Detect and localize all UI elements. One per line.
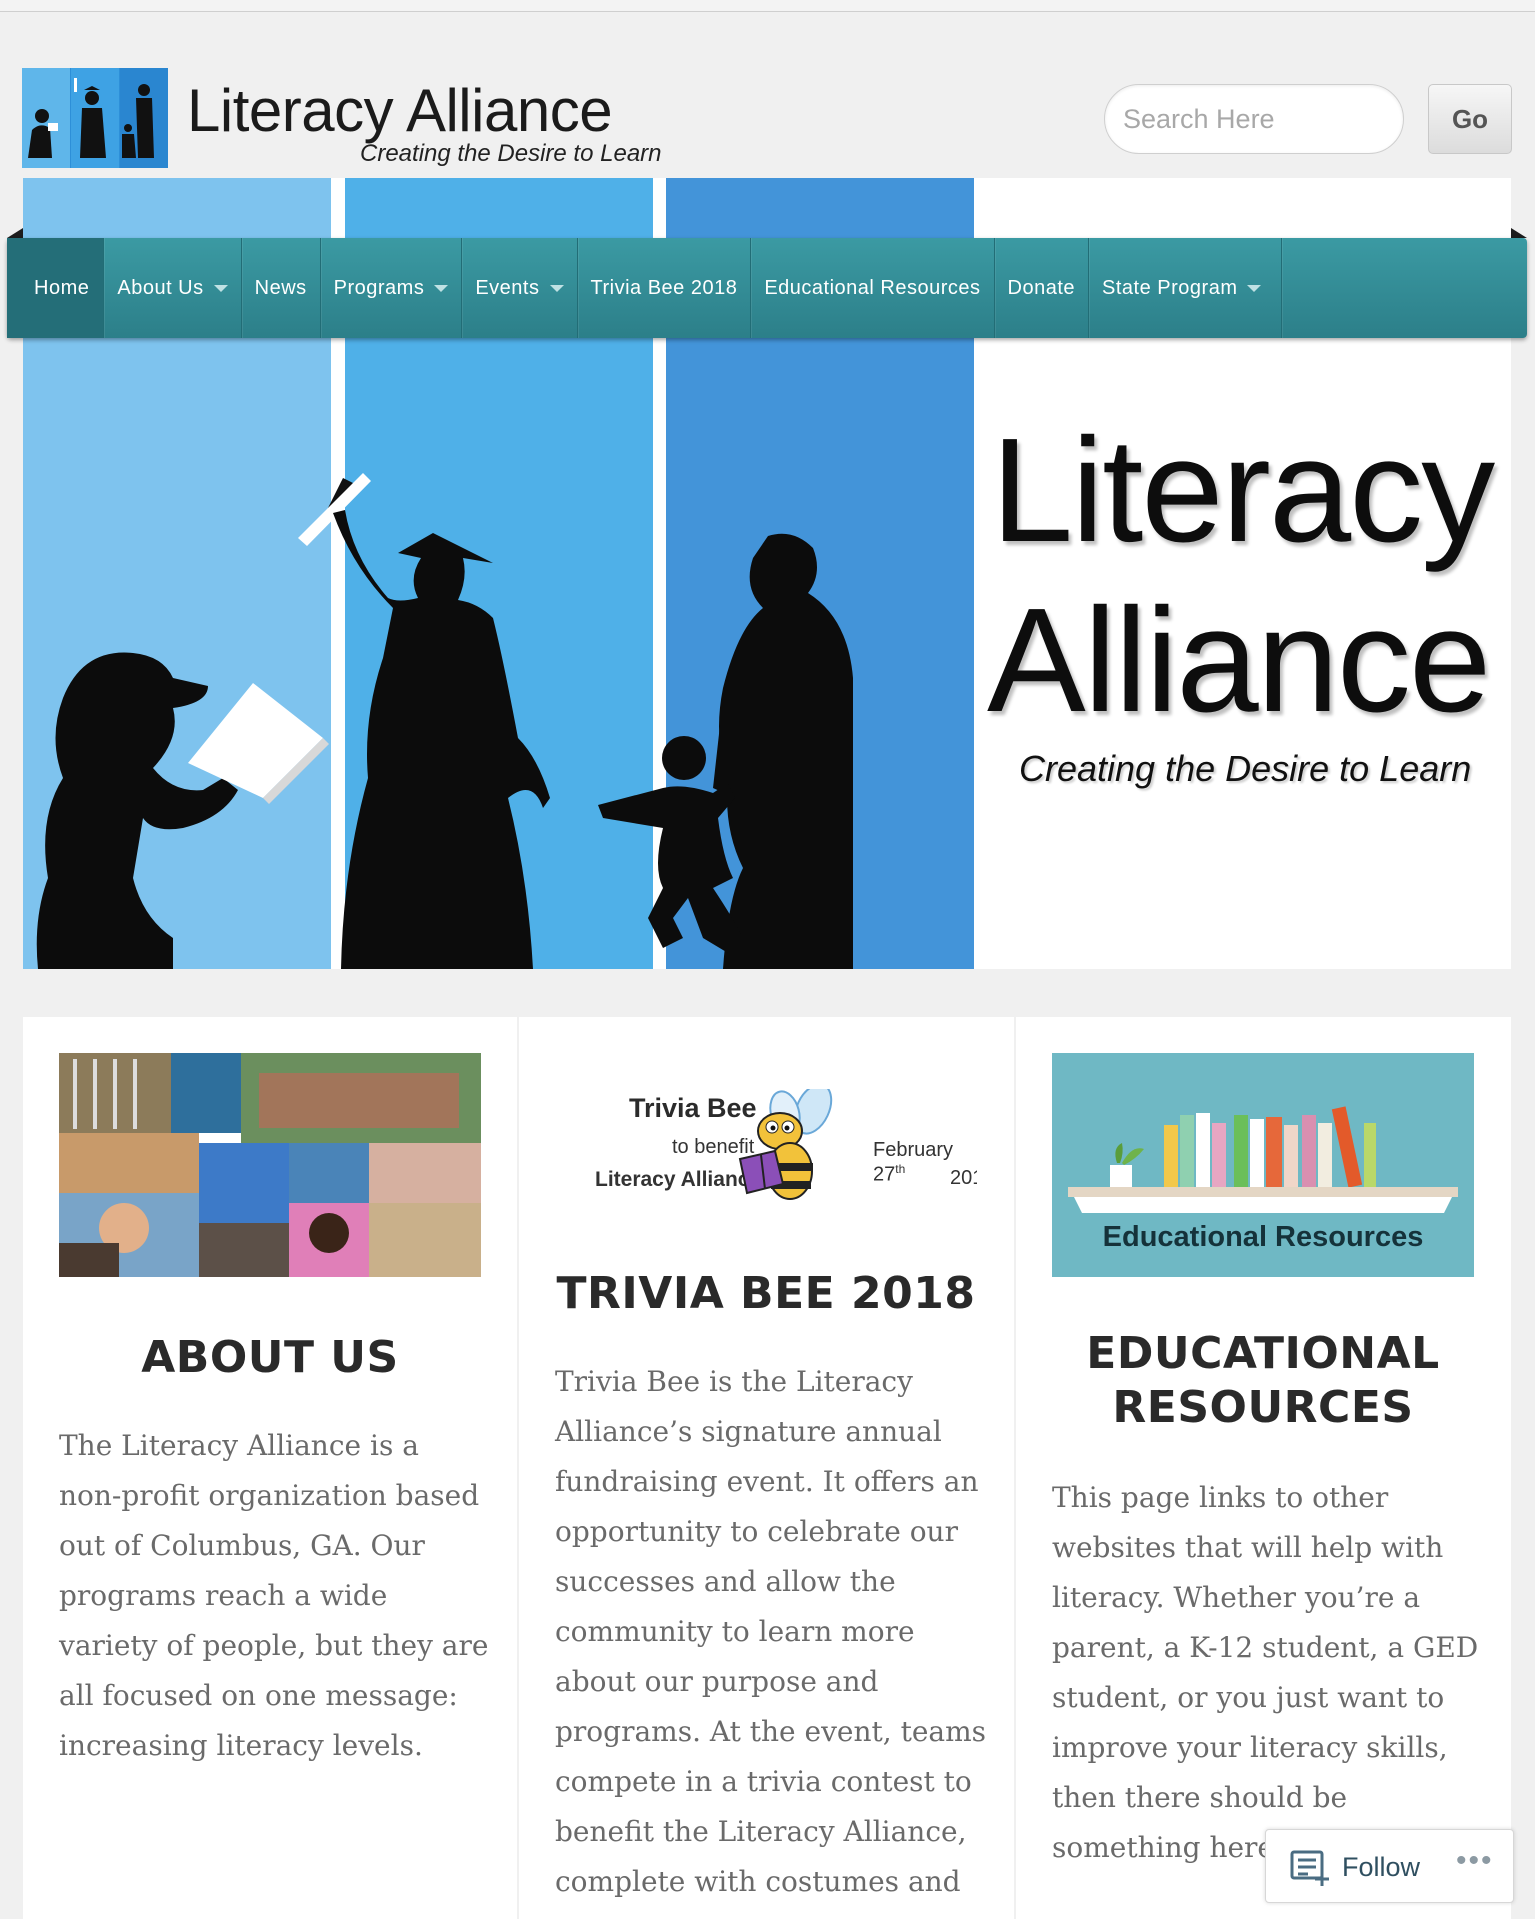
nav-item-about-us[interactable]: About Us bbox=[104, 238, 242, 338]
main-nav: Home About Us News Programs Events Trivi… bbox=[7, 238, 1527, 338]
about-us-collage-image[interactable] bbox=[59, 1053, 481, 1277]
nav-label: Programs bbox=[333, 276, 425, 299]
nav-label: About Us bbox=[117, 276, 204, 299]
reader-follow-icon bbox=[1290, 1850, 1329, 1886]
nav-item-donate[interactable]: Donate bbox=[995, 238, 1090, 338]
browser-top-bar bbox=[0, 0, 1535, 12]
about-us-title[interactable]: ABOUT US bbox=[47, 1331, 493, 1385]
nav-label: Donate bbox=[1007, 276, 1076, 299]
nav-item-programs[interactable]: Programs bbox=[321, 238, 463, 338]
nav-label: Events bbox=[475, 276, 540, 299]
hero-title-line1: Literacy bbox=[991, 408, 1495, 573]
caret-down-icon bbox=[1247, 284, 1262, 292]
educational-resources-image-label: Educational Resources bbox=[1102, 1221, 1424, 1253]
logo-tagline: Creating the Desire to Learn bbox=[360, 140, 662, 167]
nav-label: State Program bbox=[1102, 276, 1238, 299]
nav-ribbon-fold-right bbox=[1511, 228, 1527, 238]
nav-label: News bbox=[254, 276, 307, 299]
about-us-text: The Literacy Alliance is a non-profit or… bbox=[59, 1429, 489, 1762]
caret-down-icon bbox=[213, 284, 228, 292]
nav-ribbon-fold-left bbox=[7, 228, 23, 238]
nav-item-trivia-bee[interactable]: Trivia Bee 2018 bbox=[578, 238, 752, 338]
logo-image bbox=[22, 68, 168, 168]
trivia-bee-title[interactable]: TRIVIA BEE 2018 bbox=[543, 1267, 989, 1321]
educational-resources-text: This page links to other websites that w… bbox=[1052, 1481, 1479, 1864]
hero-tagline: Creating the Desire to Learn bbox=[1019, 748, 1472, 789]
bee-mascot-icon bbox=[738, 1089, 833, 1200]
search-go-button[interactable]: Go bbox=[1428, 84, 1512, 154]
trivia-bee-card: Trivia Bee to benefit Literacy Alliance … bbox=[519, 1017, 1014, 1919]
nav-item-events[interactable]: Events bbox=[462, 238, 578, 338]
trivia-bee-image[interactable]: Trivia Bee to benefit Literacy Alliance … bbox=[555, 1053, 977, 1277]
educational-resources-card: Educational Resources EDUCATIONAL RESOUR… bbox=[1016, 1017, 1511, 1919]
site-logo[interactable]: Literacy Alliance Creating the Desire to… bbox=[22, 68, 672, 173]
search-input[interactable] bbox=[1104, 84, 1404, 154]
nav-item-state-program[interactable]: State Program bbox=[1089, 238, 1283, 338]
caret-down-icon bbox=[549, 284, 564, 292]
logo-title: Literacy Alliance bbox=[187, 77, 613, 144]
caret-down-icon bbox=[434, 284, 449, 292]
more-options-icon[interactable]: ••• bbox=[1456, 1844, 1494, 1878]
nav-item-educational-resources[interactable]: Educational Resources bbox=[751, 238, 995, 338]
nav-item-home[interactable]: Home bbox=[7, 238, 105, 338]
trivia-bee-text: Trivia Bee is the Literacy Alliance’s si… bbox=[555, 1365, 987, 1919]
follow-button[interactable]: Follow bbox=[1342, 1852, 1420, 1883]
trivia-bee-logo-year: 2018 bbox=[950, 1167, 977, 1189]
educational-resources-title[interactable]: EDUCATIONAL RESOURCES bbox=[1040, 1327, 1486, 1435]
nav-item-news[interactable]: News bbox=[242, 238, 321, 338]
nav-label: Home bbox=[34, 276, 90, 299]
nav-label: Educational Resources bbox=[764, 276, 981, 299]
nav-label: Trivia Bee 2018 bbox=[590, 276, 738, 299]
follow-widget[interactable]: Follow ••• bbox=[1265, 1829, 1514, 1903]
educational-resources-image[interactable]: Educational Resources bbox=[1052, 1053, 1474, 1277]
hero-title-line2: Alliance bbox=[987, 578, 1491, 743]
about-us-card: ABOUT US The Literacy Alliance is a non-… bbox=[23, 1017, 517, 1919]
